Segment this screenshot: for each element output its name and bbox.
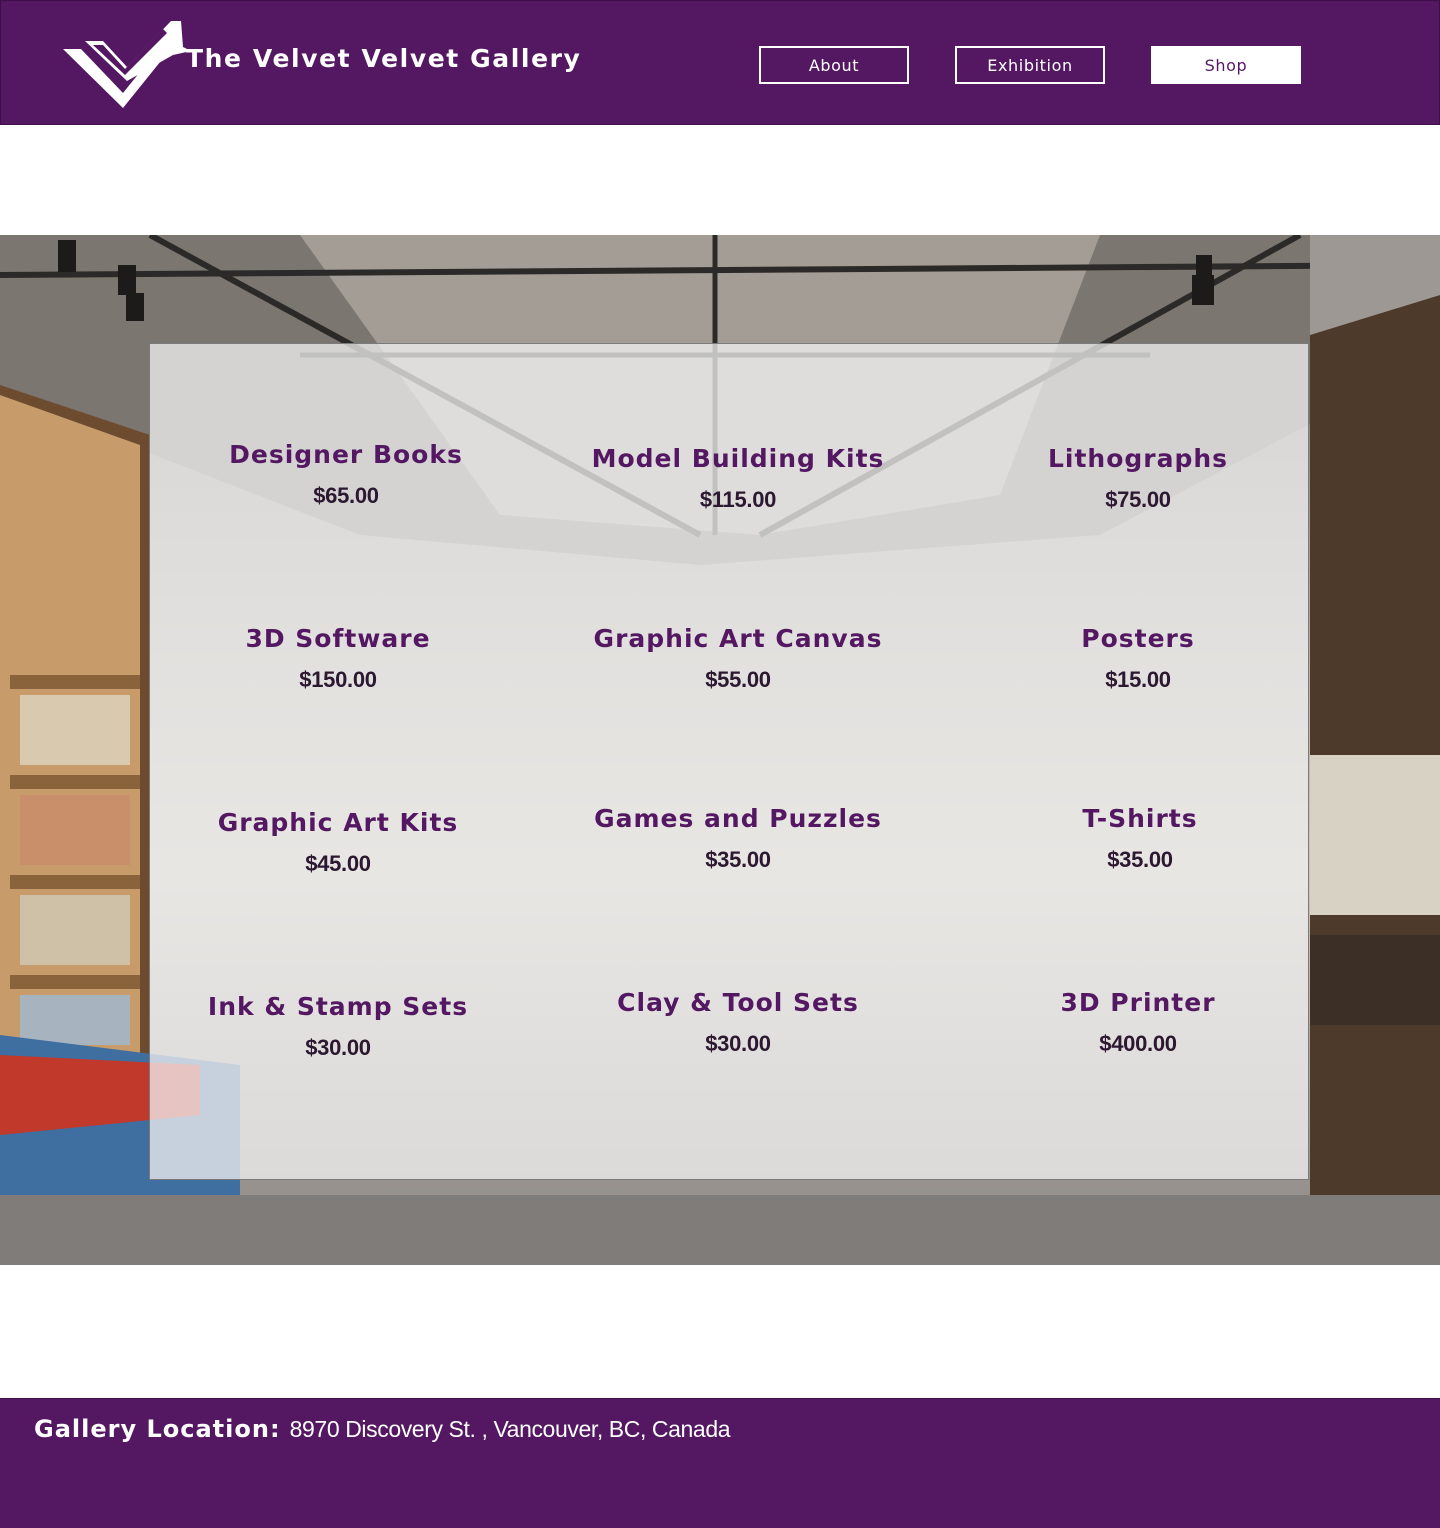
product-name[interactable]: 3D Printer xyxy=(938,988,1338,1017)
product-name[interactable]: Games and Puzzles xyxy=(538,804,938,833)
nav-about-button[interactable]: About xyxy=(759,46,909,84)
product-name[interactable]: Graphic Art Kits xyxy=(138,808,538,837)
product-card[interactable]: Clay & Tool Sets $30.00 xyxy=(538,988,938,1057)
nav-exhibition-button[interactable]: Exhibition xyxy=(955,46,1105,84)
product-card[interactable]: Graphic Art Canvas $55.00 xyxy=(538,624,938,693)
product-card[interactable]: Designer Books $65.00 xyxy=(146,440,546,509)
product-card[interactable]: Posters $15.00 xyxy=(938,624,1338,693)
gallery-logo-icon[interactable] xyxy=(63,19,193,109)
gallery-location: Gallery Location: 8970 Discovery St. , V… xyxy=(34,1415,731,1443)
site-title[interactable]: The Velvet Velvet Gallery xyxy=(186,44,581,73)
product-price: $150.00 xyxy=(299,667,377,692)
product-name[interactable]: Ink & Stamp Sets xyxy=(138,992,538,1021)
product-price: $35.00 xyxy=(1107,847,1173,872)
product-card[interactable]: Model Building Kits $115.00 xyxy=(538,444,938,513)
site-header: The Velvet Velvet Gallery About Exhibiti… xyxy=(0,0,1440,125)
product-card[interactable]: 3D Printer $400.00 xyxy=(938,988,1338,1057)
product-price: $75.00 xyxy=(1105,487,1171,512)
product-price: $400.00 xyxy=(1099,1031,1177,1056)
product-name[interactable]: Posters xyxy=(938,624,1338,653)
nav-shop-button[interactable]: Shop xyxy=(1151,46,1301,84)
product-price: $15.00 xyxy=(1105,667,1171,692)
product-name[interactable]: Clay & Tool Sets xyxy=(538,988,938,1017)
product-name[interactable]: T-Shirts xyxy=(940,804,1340,833)
product-price: $30.00 xyxy=(705,1031,771,1056)
site-footer: Gallery Location: 8970 Discovery St. , V… xyxy=(0,1398,1440,1528)
product-card[interactable]: 3D Software $150.00 xyxy=(138,624,538,693)
product-card[interactable]: Ink & Stamp Sets $30.00 xyxy=(138,992,538,1061)
product-card[interactable]: Games and Puzzles $35.00 xyxy=(538,804,938,873)
product-name[interactable]: Designer Books xyxy=(146,440,546,469)
product-price: $115.00 xyxy=(699,487,777,512)
product-name[interactable]: Lithographs xyxy=(938,444,1338,473)
product-price: $45.00 xyxy=(305,851,371,876)
product-card[interactable]: Graphic Art Kits $45.00 xyxy=(138,808,538,877)
product-price: $30.00 xyxy=(305,1035,371,1060)
product-card[interactable]: T-Shirts $35.00 xyxy=(940,804,1340,873)
product-price: $65.00 xyxy=(313,483,379,508)
product-price: $35.00 xyxy=(705,847,771,872)
location-label: Gallery Location: xyxy=(34,1415,281,1443)
product-name[interactable]: Model Building Kits xyxy=(538,444,938,473)
product-name[interactable]: 3D Software xyxy=(138,624,538,653)
product-name[interactable]: Graphic Art Canvas xyxy=(538,624,938,653)
product-price: $55.00 xyxy=(705,667,771,692)
shop-product-panel: Designer Books $65.00 Model Building Kit… xyxy=(149,343,1309,1180)
location-address: 8970 Discovery St. , Vancouver, BC, Cana… xyxy=(289,1416,731,1442)
product-card[interactable]: Lithographs $75.00 xyxy=(938,444,1338,513)
